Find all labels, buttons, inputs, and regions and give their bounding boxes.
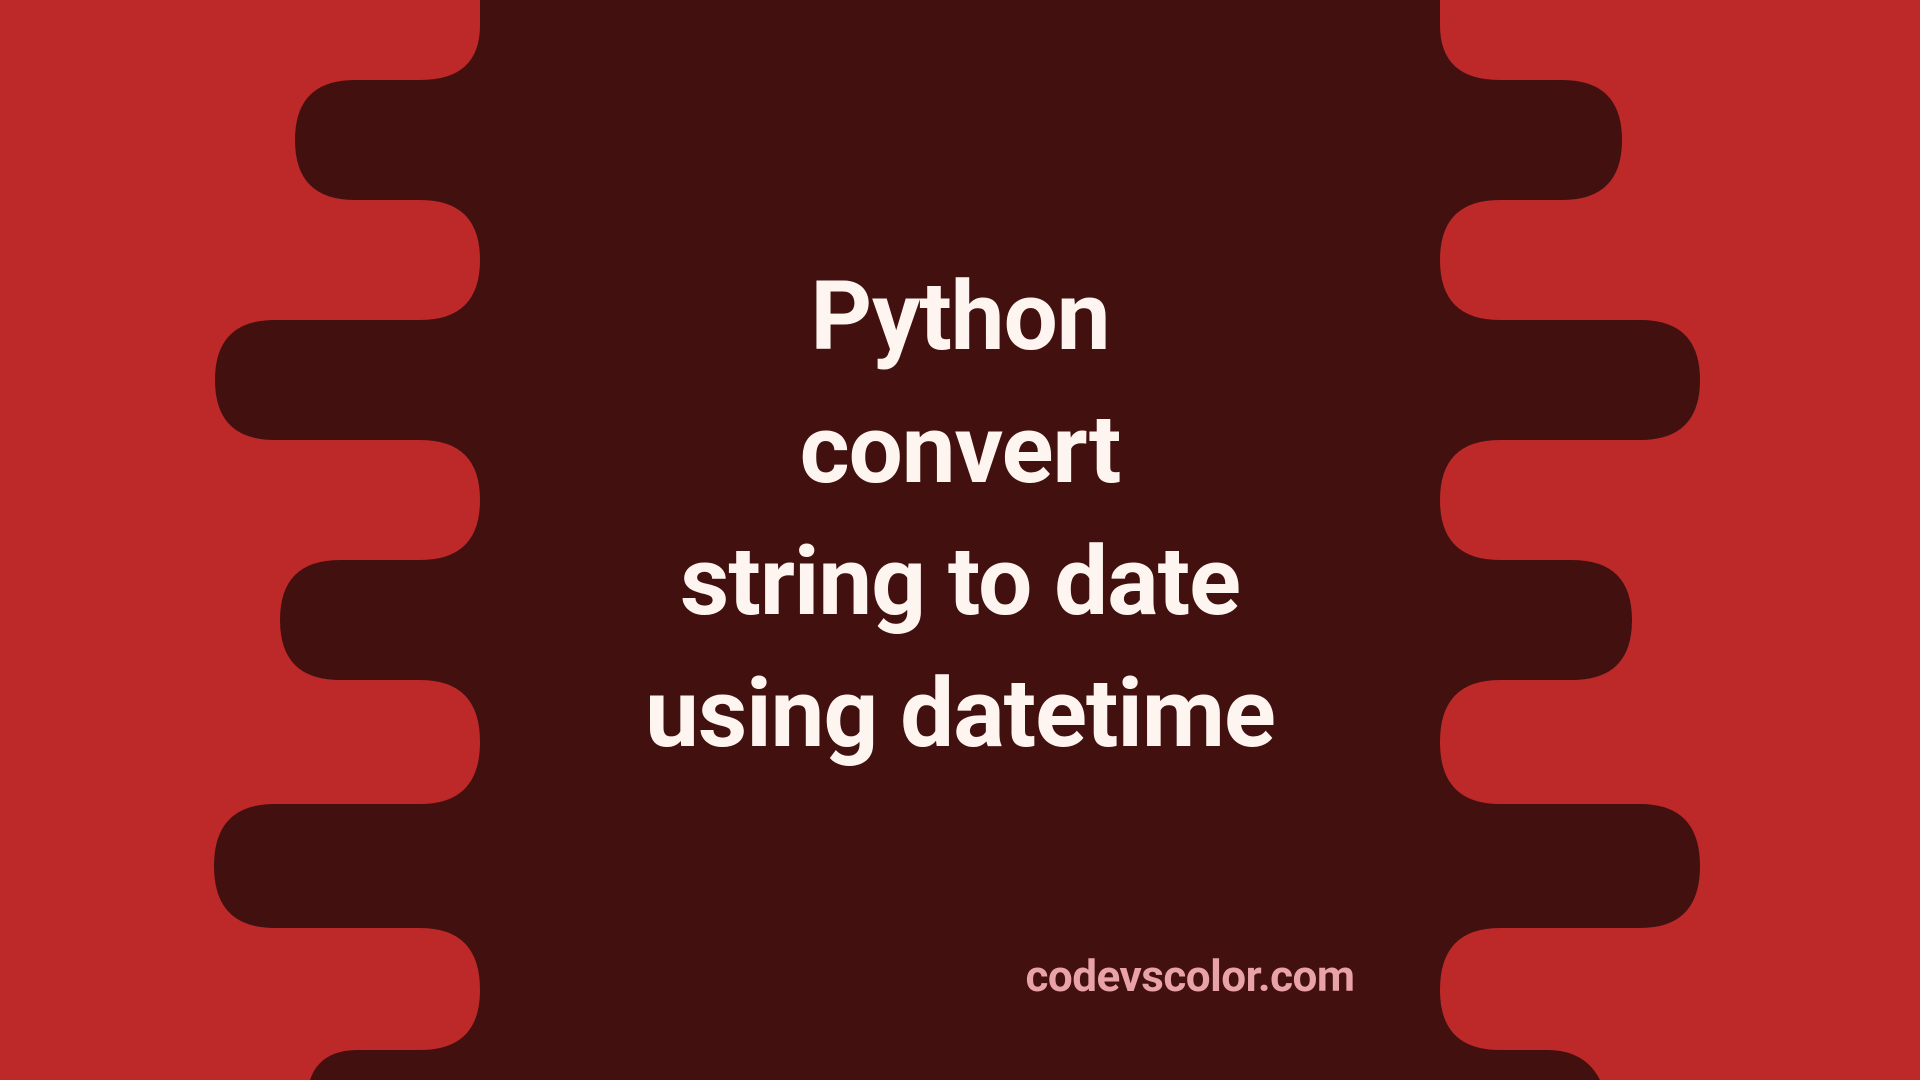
- banner-title: Python convert string to date using date…: [645, 251, 1275, 781]
- title-line-3: string to date: [645, 516, 1275, 648]
- title-line-4: using datetime: [645, 648, 1275, 780]
- title-line-2: convert: [645, 384, 1275, 516]
- banner-graphic: Python convert string to date using date…: [0, 0, 1920, 1080]
- title-line-1: Python: [645, 251, 1275, 383]
- site-attribution: codevscolor.com: [1025, 950, 1354, 1002]
